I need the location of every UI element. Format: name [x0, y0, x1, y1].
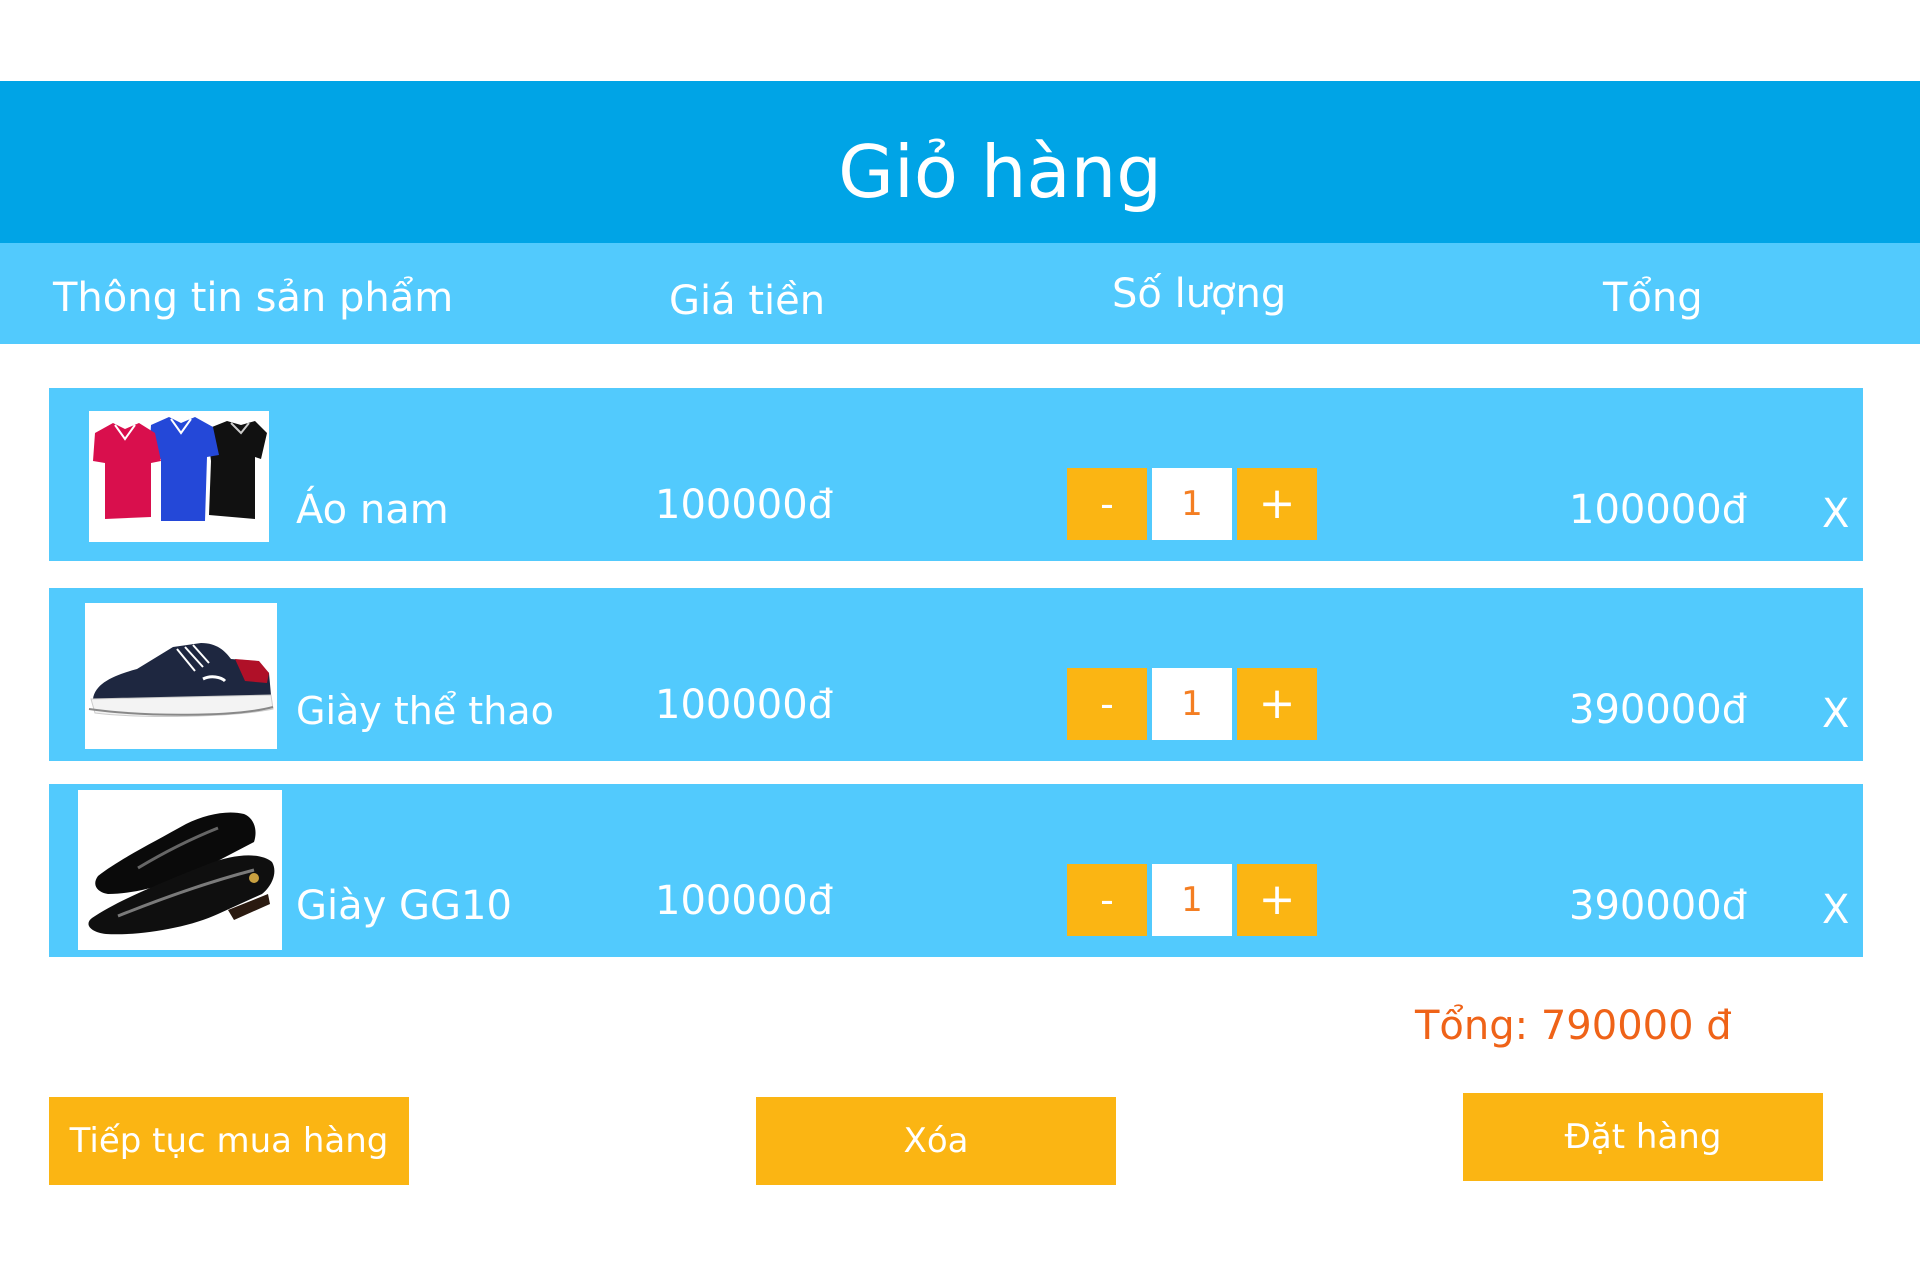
increment-button[interactable]: + — [1237, 468, 1317, 540]
line-total: 390000đ — [1569, 883, 1748, 929]
product-name[interactable]: Áo nam — [296, 486, 449, 534]
page-title: Giỏ hàng — [838, 130, 1162, 214]
loafer-shoes-image — [78, 790, 282, 950]
cart-row — [49, 588, 1863, 761]
line-total: 100000đ — [1569, 487, 1748, 533]
grand-total: Tổng: 790000 đ — [1415, 1003, 1732, 1049]
column-header-price: Giá tiền — [669, 278, 826, 324]
continue-shopping-button[interactable]: Tiếp tục mua hàng — [49, 1097, 409, 1185]
line-total: 390000đ — [1569, 687, 1748, 733]
remove-item-button[interactable]: X — [1822, 690, 1849, 738]
decrement-button[interactable]: - — [1067, 468, 1147, 540]
increment-button[interactable]: + — [1237, 864, 1317, 936]
quantity-field[interactable]: 1 — [1152, 668, 1232, 740]
column-header-total: Tổng — [1603, 275, 1703, 321]
polo-shirts-image — [89, 411, 269, 542]
quantity-field[interactable]: 1 — [1152, 864, 1232, 936]
product-name[interactable]: Giày GG10 — [296, 882, 512, 930]
sneaker-image — [85, 603, 277, 749]
product-price: 100000đ — [655, 682, 834, 728]
remove-item-button[interactable]: X — [1822, 490, 1849, 538]
product-price: 100000đ — [655, 878, 834, 924]
remove-item-button[interactable]: X — [1822, 886, 1849, 934]
quantity-field[interactable]: 1 — [1152, 468, 1232, 540]
cart-row — [49, 784, 1863, 957]
decrement-button[interactable]: - — [1067, 864, 1147, 936]
clear-cart-button[interactable]: Xóa — [756, 1097, 1116, 1185]
cart-row — [49, 388, 1863, 561]
decrement-button[interactable]: - — [1067, 668, 1147, 740]
place-order-button[interactable]: Đặt hàng — [1463, 1093, 1823, 1181]
product-price: 100000đ — [655, 482, 834, 528]
increment-button[interactable]: + — [1237, 668, 1317, 740]
product-name[interactable]: Giày thể thao — [296, 687, 554, 735]
column-header-product-info: Thông tin sản phẩm — [53, 275, 454, 321]
column-header-quantity: Số lượng — [1112, 271, 1287, 317]
